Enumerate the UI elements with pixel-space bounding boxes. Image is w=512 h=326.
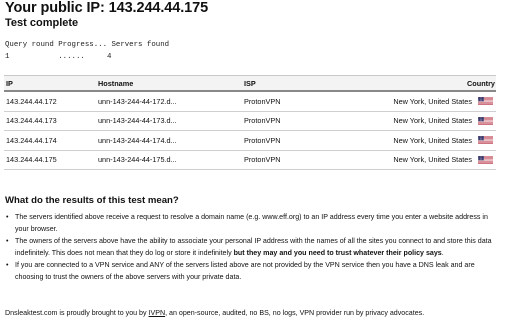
list-item: If you are connected to a VPN service an…: [5, 260, 500, 284]
country-text: New York, United States: [393, 135, 472, 145]
list-item: The owners of the servers above have the…: [5, 236, 500, 260]
column-header-isp: ISP: [244, 78, 256, 88]
country-text: New York, United States: [393, 116, 472, 126]
explanation-title: What do the results of this test mean?: [5, 195, 179, 206]
column-header-hostname: Hostname: [98, 78, 134, 88]
cell-country: New York, United States: [386, 96, 496, 106]
footer-suffix: , an open-source, audited, no BS, no log…: [165, 309, 425, 317]
cell-ip: 143.244.44.174: [6, 135, 57, 145]
column-header-ip: IP: [6, 78, 13, 88]
cell-hostname: unn-143-244-44-173.d...: [98, 116, 177, 126]
us-flag-icon: [478, 136, 493, 145]
cell-country: New York, United States: [386, 155, 496, 165]
public-ip-title: Your public IP: 143.244.44.175: [5, 0, 209, 16]
cell-isp: ProtonVPN: [244, 96, 281, 106]
cell-country: New York, United States: [386, 135, 496, 145]
table-row: 143.244.44.173 unn-143-244-44-173.d... Pro…: [4, 112, 496, 131]
bullet-2-end: .: [441, 248, 444, 257]
list-item: The servers identified above receive a r…: [5, 212, 500, 236]
us-flag-icon: [478, 97, 493, 106]
footer-credit: Dnsleaktest.com is proudly brought to yo…: [5, 309, 424, 317]
footer-prefix: Dnsleaktest.com is proudly brought to yo…: [5, 309, 149, 317]
progress-values: 1 ...... 4: [5, 53, 112, 61]
progress-header: Query round Progress... Servers found: [5, 41, 170, 49]
bullet-3-text: If you are connected to a VPN service an…: [15, 261, 475, 282]
cell-isp: ProtonVPN: [244, 116, 281, 126]
cell-hostname: unn-143-244-44-172.d...: [98, 96, 177, 106]
country-text: New York, United States: [393, 155, 472, 165]
table-row: 143.244.44.175 unn-143-244-44-175.d... Pro…: [4, 151, 496, 170]
cell-ip: 143.244.44.173: [6, 116, 57, 126]
bullet-1-text: The servers identified above receive a r…: [15, 213, 488, 233]
cell-ip: 143.244.44.175: [6, 155, 57, 165]
cell-country: New York, United States: [386, 116, 496, 126]
cell-hostname: unn-143-244-44-174.d...: [98, 135, 177, 145]
us-flag-icon: [478, 116, 493, 125]
us-flag-icon: [478, 155, 493, 164]
column-header-country: Country: [467, 78, 495, 88]
table-row: 143.244.44.172 unn-143-244-44-172.d... Pro…: [4, 92, 496, 112]
cell-ip: 143.244.44.172: [6, 96, 57, 106]
results-table: IP Hostname ISP Country 143.244.44.172 un…: [4, 75, 496, 170]
bullet-2-emphasis: but they may and you need to trust whate…: [233, 248, 442, 257]
table-row: 143.244.44.174 unn-143-244-44-174.d... Pro…: [4, 131, 496, 151]
test-status: Test complete: [5, 17, 79, 29]
country-text: New York, United States: [393, 96, 472, 106]
cell-isp: ProtonVPN: [244, 155, 281, 165]
table-header-row: IP Hostname ISP Country: [4, 75, 496, 92]
ivpn-link[interactable]: IVPN: [149, 309, 166, 317]
cell-hostname: unn-143-244-44-175.d...: [98, 155, 177, 165]
explanation-list: The servers identified above receive a r…: [5, 212, 500, 285]
cell-isp: ProtonVPN: [244, 135, 281, 145]
